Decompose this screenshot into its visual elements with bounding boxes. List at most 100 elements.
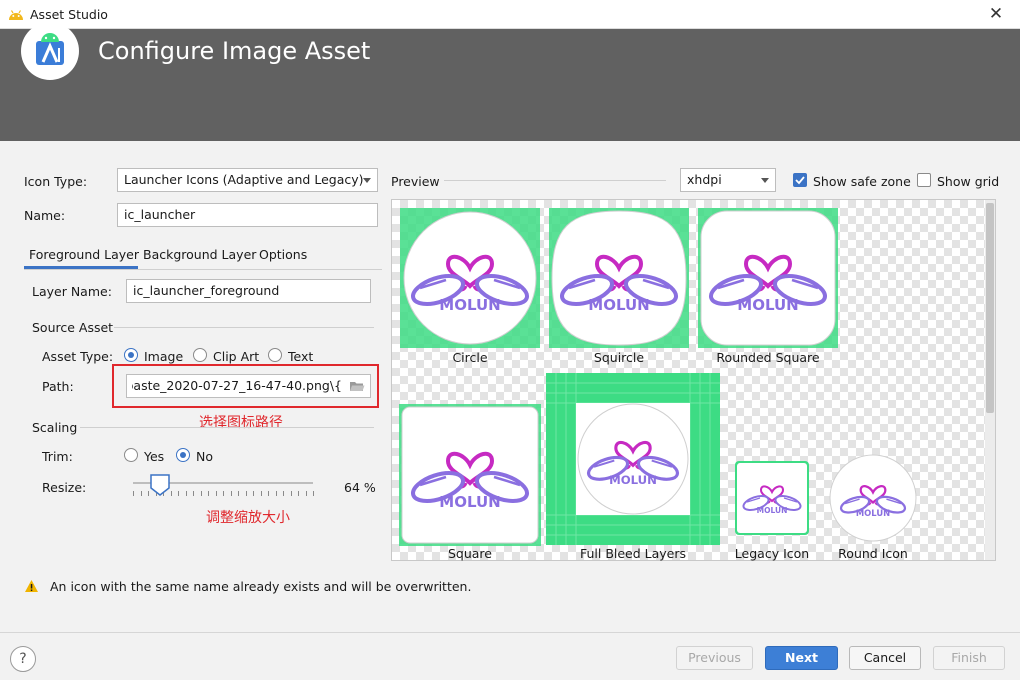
layer-name-label: Layer Name:: [32, 284, 112, 299]
slider-tick: [275, 491, 277, 496]
next-button[interactable]: Next: [765, 646, 838, 670]
caption-round-icon: Round Icon: [838, 546, 908, 561]
tab-background-layer[interactable]: Background Layer: [143, 247, 256, 262]
asset-type-image-label[interactable]: Image: [144, 349, 183, 364]
preview-full-bleed-icon: MOLUN: [546, 373, 720, 545]
show-safe-zone-checkbox[interactable]: [793, 173, 807, 187]
layer-name-input[interactable]: ic_launcher_foreground: [126, 279, 371, 303]
trim-yes-radio[interactable]: [124, 448, 138, 462]
warning-icon: [25, 580, 38, 592]
caption-full-bleed-layers: Full Bleed Layers: [579, 546, 687, 561]
close-icon[interactable]: ✕: [985, 3, 1007, 25]
title-bar: [0, 0, 1020, 29]
slider-tick: [215, 491, 217, 496]
asset-type-image-radio[interactable]: [124, 348, 138, 362]
slider-tick: [208, 491, 209, 496]
tab-foreground-layer[interactable]: Foreground Layer: [29, 247, 139, 262]
trim-no-radio[interactable]: [176, 448, 190, 462]
slider-tick: [193, 491, 194, 496]
caption-squircle: Squircle: [593, 350, 645, 365]
asset-type-label: Asset Type:: [42, 349, 114, 364]
slider-tick: [223, 491, 224, 496]
source-asset-heading: Source Asset: [32, 320, 114, 335]
svg-text:MOLUN: MOLUN: [588, 296, 649, 314]
preview-round-icon: MOLUN: [829, 454, 917, 542]
resize-annotation-note: 调整缩放大小: [206, 510, 290, 526]
svg-text:MOLUN: MOLUN: [856, 508, 890, 518]
chevron-down-icon: [761, 178, 769, 183]
trim-no-label[interactable]: No: [196, 449, 213, 464]
icon-type-value: Launcher Icons (Adaptive and Legacy): [124, 172, 364, 187]
asset-type-text-label: Text: [288, 349, 314, 364]
scaling-divider: [80, 427, 374, 428]
preview-square-icon: MOLUN: [399, 404, 541, 546]
tab-divider: [24, 269, 382, 270]
slider-tick: [313, 491, 314, 496]
svg-text:MOLUN: MOLUN: [609, 473, 657, 487]
slider-tick: [283, 491, 284, 496]
preview-legacy-icon: MOLUN: [735, 461, 809, 535]
window-title: Asset Studio: [30, 7, 108, 22]
preview-squircle-icon: MOLUN: [549, 208, 689, 348]
slider-tick: [260, 491, 262, 496]
slider-tick: [245, 491, 247, 496]
page-title: Configure Image Asset: [98, 37, 371, 65]
show-grid-label[interactable]: Show grid: [937, 174, 999, 189]
svg-text:MOLUN: MOLUN: [439, 493, 500, 511]
caption-rounded-square: Rounded Square: [716, 350, 820, 365]
preview-scrollbar-thumb[interactable]: [986, 203, 994, 413]
name-input[interactable]: ic_launcher: [117, 203, 378, 227]
svg-text:MOLUN: MOLUN: [737, 296, 798, 314]
slider-tick: [230, 491, 232, 496]
path-annotation-note: 选择图标路径: [199, 415, 283, 431]
slider-tick: [268, 491, 269, 496]
slider-tick: [185, 491, 187, 496]
preview-divider: [444, 180, 666, 181]
slider-tick: [290, 491, 292, 496]
slider-tick: [178, 491, 179, 496]
asset-type-clipart-radio[interactable]: [193, 348, 207, 362]
slider-tick: [238, 491, 239, 496]
checkmark-icon: [795, 176, 805, 185]
name-label: Name:: [24, 208, 66, 223]
asset-type-clipart-label[interactable]: Clip Art: [213, 349, 259, 364]
resize-label: Resize:: [42, 480, 87, 495]
preview-label: Preview: [391, 174, 440, 189]
path-label: Path:: [42, 379, 74, 394]
slider-tick: [148, 491, 149, 496]
slider-tick: [253, 491, 254, 496]
density-value: xhdpi: [687, 172, 722, 187]
svg-text:MOLUN: MOLUN: [757, 506, 788, 515]
source-asset-divider: [114, 327, 374, 328]
density-select[interactable]: xhdpi: [680, 168, 776, 192]
show-grid-checkbox[interactable]: [917, 173, 931, 187]
show-safe-zone-label[interactable]: Show safe zone: [813, 174, 911, 189]
slider-tick: [200, 491, 202, 496]
caption-square: Square: [447, 546, 492, 561]
slider-tick: [170, 491, 172, 496]
icon-type-label: Icon Type:: [24, 174, 88, 189]
android-icon: [9, 10, 23, 20]
scaling-heading: Scaling: [32, 420, 78, 435]
resize-value: 64 %: [344, 480, 376, 495]
footer-divider: [0, 632, 1020, 633]
icon-type-select[interactable]: Launcher Icons (Adaptive and Legacy): [117, 168, 378, 192]
trim-yes-label[interactable]: Yes: [144, 449, 164, 464]
preview-rounded-square-icon: MOLUN: [698, 208, 838, 348]
path-highlight-annotation: [112, 364, 379, 408]
tab-options[interactable]: Options: [259, 247, 307, 262]
finish-button[interactable]: Finish: [933, 646, 1005, 670]
warning-message: An icon with the same name already exist…: [50, 579, 472, 594]
cancel-button[interactable]: Cancel: [849, 646, 921, 670]
help-button[interactable]: ?: [10, 646, 36, 672]
android-studio-logo-icon: [21, 22, 79, 80]
trim-label: Trim:: [42, 449, 73, 464]
asset-type-text-radio[interactable]: [268, 348, 282, 362]
svg-text:MOLUN: MOLUN: [439, 296, 500, 314]
slider-tick: [305, 491, 307, 496]
caption-circle: Circle: [452, 350, 488, 365]
resize-slider-thumb[interactable]: [150, 474, 170, 496]
slider-tick: [140, 491, 142, 496]
slider-tick: [133, 491, 134, 496]
previous-button[interactable]: Previous: [676, 646, 753, 670]
